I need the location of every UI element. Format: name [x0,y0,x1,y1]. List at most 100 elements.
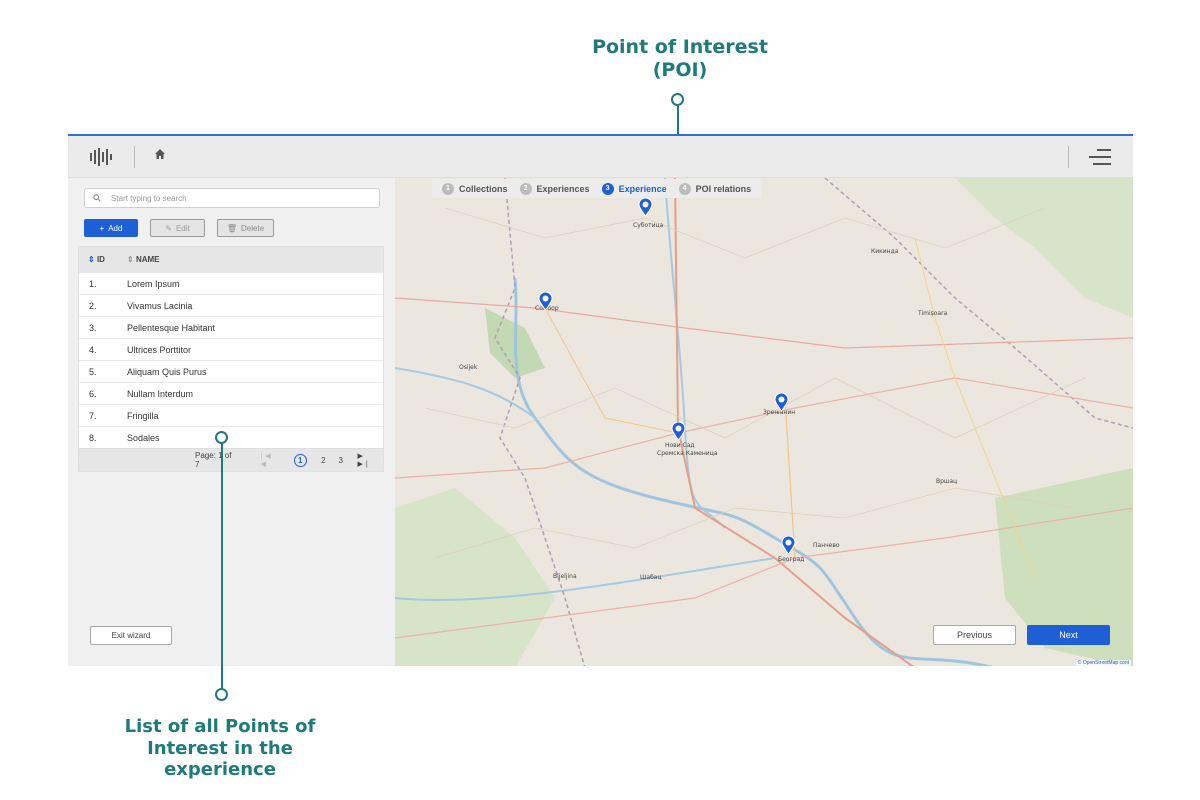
table-row[interactable]: 4. Ultrices Porttitor [79,338,383,360]
row-name: Lorem Ipsum [127,278,180,289]
city-label: Београд [778,556,805,563]
step-number: 3 [601,182,614,195]
row-name: Pellentesque Habitant [127,322,216,333]
edit-label: Edit [175,223,190,233]
city-label: Нови Сад [665,442,695,449]
list-callout-line1: List of all Points of [124,716,316,737]
first-prev-page-icons[interactable]: |◀ ◀ [260,452,286,468]
wizard-step-collections[interactable]: 1 Collections [442,182,508,195]
poi-callout-line2: (POI) [652,58,708,81]
wizard-steps: 1 Collections 2 Experiences 3 Experience 4P… [432,179,762,198]
map-marker-icon[interactable] [671,422,686,441]
row-id: 6. [89,388,97,399]
menu-icon[interactable] [1089,148,1111,166]
list-callout-line2: Interest in the experience [147,737,293,781]
city-label: Суботица [633,222,664,229]
next-button[interactable]: Next [1027,625,1110,645]
poi-list-panel: Start typing to search + Add ✎ Edit 🗑 De… [68,178,395,666]
table-row[interactable]: 1. Lorem Ipsum [79,272,383,294]
plus-icon: + [99,223,105,233]
row-id: 1. [89,278,97,289]
table-row[interactable]: 7. Fringilla [79,404,383,426]
city-label: Сремска Каменица [657,450,718,457]
table-row[interactable]: 5. Aliquam Quis Purus [79,360,383,382]
map-marker-icon[interactable] [781,536,796,555]
page-button[interactable]: 3 [334,456,347,465]
poi-table: ⇕ ID ⇕ NAME 1. Lorem Ipsum 2. Vivamus Laci… [78,246,384,472]
map-marker-icon[interactable] [538,292,553,311]
search-icon [93,194,101,202]
exit-wizard-button[interactable]: Exit wizard [90,626,172,645]
edit-button[interactable]: ✎ Edit [150,219,205,237]
city-label: Bijeljina [553,573,577,580]
pencil-icon: ✎ [165,223,172,233]
table-row[interactable]: 6. Nullam Interdum [79,382,383,404]
row-id: 2. [89,300,97,311]
app-window: Start typing to search + Add ✎ Edit 🗑 De… [68,134,1133,666]
row-name: Fringilla [127,410,159,421]
table-row[interactable]: 3. Pellentesque Habitant [79,316,383,338]
stage: Point of Interest (POI) Start typing to [0,0,1200,800]
delete-button[interactable]: 🗑 Delete [217,219,274,237]
id-header-label: ID [96,255,105,264]
row-name: Ultrices Porttitor [127,344,192,355]
step-label: Collections [459,183,508,194]
wizard-step-poi-relations[interactable]: 4 POI relations [678,182,752,195]
row-id: 8. [89,432,97,443]
id-column-header[interactable]: ⇕ ID [79,255,127,264]
step-number: 1 [442,182,454,195]
top-bar [68,136,1133,178]
poi-callout-dot [671,93,684,106]
divider [134,146,135,168]
map-attribution[interactable]: © OpenStreetMap cont [1075,660,1131,666]
add-label: Add [108,223,123,233]
wizard-step-experiences[interactable]: 2 Experiences [519,182,590,195]
row-id: 3. [89,322,97,333]
list-callout-dot-bottom [215,688,228,701]
map-marker-icon[interactable] [774,393,789,412]
page-button-current[interactable]: 1 [293,453,307,467]
city-label: Панчево [813,542,840,549]
home-icon[interactable] [154,148,166,163]
city-label: Timișoara [918,310,948,317]
row-id: 5. [89,366,97,377]
step-label: Experience [618,183,667,194]
divider [1068,146,1069,168]
step-number: 2 [519,182,532,195]
list-callout-title: List of all Points of Interest in the ex… [90,716,350,781]
row-id: 4. [89,344,97,355]
sort-icon: ⇕ [127,255,134,264]
row-name: Aliquam Quis Purus [127,366,207,377]
page-info: Page: 1 of 7 [195,451,232,469]
city-label: Вршац [936,478,958,485]
step-label: POI relations [695,183,752,194]
poi-callout-title: Point of Interest (POI) [560,36,800,82]
map-marker-icon[interactable] [638,198,653,217]
previous-button[interactable]: Previous [933,625,1016,645]
map-view[interactable]: Суботица Сомбор Зрењанин Нови Сад Београ… [395,178,1133,666]
wizard-step-experience[interactable]: 3 Experience [601,182,667,195]
step-number: 4 [678,182,691,195]
table-row[interactable]: 8. Sodales [79,426,383,448]
city-label: Шабац [640,574,662,581]
city-label: Кикинда [871,248,899,255]
name-header-label: NAME [135,255,160,264]
search-placeholder: Start typing to search [111,193,187,203]
row-name: Nullam Interdum [127,388,194,399]
row-id: 7. [89,410,97,421]
table-header: ⇕ ID ⇕ NAME [79,247,383,272]
page-button[interactable]: 2 [317,456,330,465]
logo-icon[interactable] [90,148,112,166]
table-row[interactable]: 2. Vivamus Lacinia [79,294,383,316]
row-name: Sodales [127,432,160,443]
name-column-header[interactable]: ⇕ NAME [127,255,160,264]
list-callout-line [221,444,223,688]
next-last-page-icons[interactable]: ▶ ▶| [357,452,383,468]
city-label: Osijek [459,364,478,371]
delete-label: Delete [241,223,265,233]
search-input[interactable]: Start typing to search [84,188,380,208]
list-callout-dot-top [215,431,228,444]
step-label: Experiences [536,183,590,194]
pagination: Page: 1 of 7 |◀ ◀ 1 2 3 ▶ ▶| [79,448,383,471]
add-button[interactable]: + Add [84,219,138,237]
